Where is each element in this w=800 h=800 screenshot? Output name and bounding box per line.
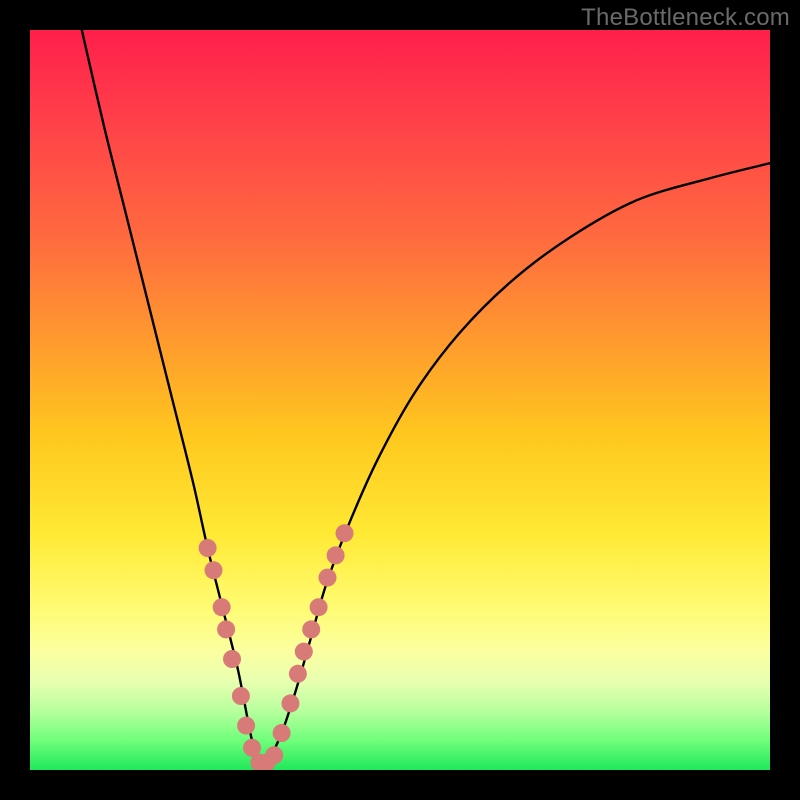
watermark-text: TheBottleneck.com [581,4,790,32]
chart-frame: TheBottleneck.com [0,0,800,800]
plot-gradient-background [30,30,770,770]
